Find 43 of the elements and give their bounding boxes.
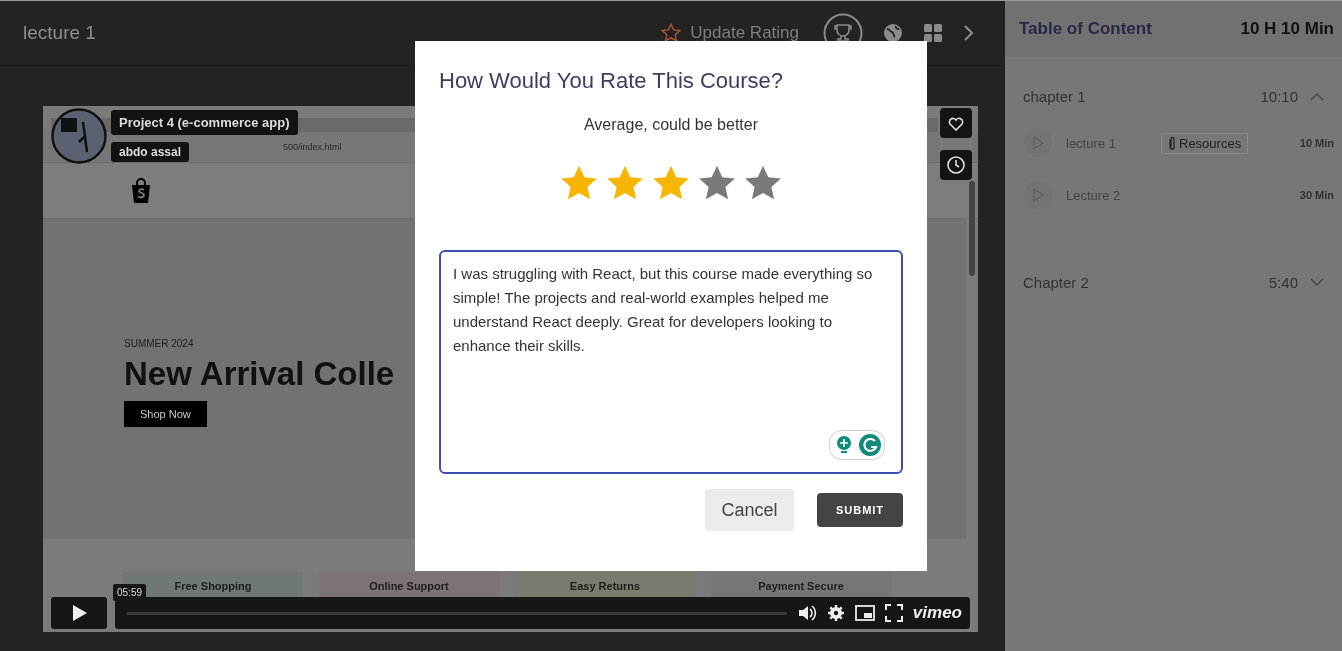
resources-button[interactable]: Resources: [1161, 132, 1249, 154]
hero-kicker: SUMMER 2024: [124, 338, 194, 349]
update-rating-button[interactable]: Update Rating: [660, 22, 799, 44]
lecture-duration: 10 Min: [1299, 137, 1334, 149]
submit-button[interactable]: SUBMIT: [817, 493, 903, 527]
lecture-duration: 30 Min: [1299, 189, 1334, 201]
picture-in-picture-icon[interactable]: [854, 605, 875, 621]
chapter-duration: 10:10: [1260, 87, 1298, 105]
globe-icon[interactable]: [883, 23, 903, 43]
bag-icon: [129, 177, 153, 204]
sidebar-title: Table of Content: [1019, 19, 1152, 39]
chapter-title[interactable]: chapter 1: [1023, 87, 1261, 105]
avatar: [51, 108, 107, 164]
grid-icon[interactable]: [923, 23, 943, 43]
play-icon[interactable]: [51, 597, 107, 629]
time-tooltip: 05:59: [113, 584, 147, 601]
fullscreen-icon[interactable]: [884, 604, 903, 622]
cancel-button[interactable]: Cancel: [705, 489, 794, 531]
lecture-title: lecture 1: [23, 22, 96, 44]
volume-icon[interactable]: [796, 604, 817, 622]
star-icon[interactable]: [651, 164, 691, 202]
author-tag: abdo assal: [111, 142, 190, 162]
dialog-title: How Would You Rate This Course?: [439, 68, 785, 94]
chevron-right-icon[interactable]: [963, 24, 975, 42]
review-field[interactable]: I was struggling with React, but this course made everything so simple! The projects and real-world examples helped me understand React deeply. Great for developers looking to enhance their skills.: [439, 250, 903, 474]
star-icon[interactable]: [559, 164, 599, 202]
star-icon[interactable]: [605, 164, 645, 202]
player-logo[interactable]: vimeo: [912, 603, 962, 623]
progress-track[interactable]: [127, 611, 787, 615]
star-icon: [660, 22, 683, 44]
star-icon[interactable]: [743, 164, 783, 202]
address-text: 500/index.html: [283, 142, 342, 152]
paperclip-icon: [1168, 136, 1176, 150]
course-tag: Project 4 (e-commerce app): [111, 110, 298, 135]
star-icon[interactable]: [697, 164, 737, 202]
total-duration: 10 H 10 Min: [1240, 19, 1334, 39]
rating-label: Average, could be better: [582, 116, 759, 134]
clock-icon[interactable]: [940, 150, 972, 180]
settings-icon[interactable]: [826, 604, 845, 622]
hero-headline: New Arrival Colle: [124, 355, 395, 393]
chapter-title[interactable]: Chapter 2: [1023, 273, 1269, 291]
grammar-assistant-icon[interactable]: [829, 430, 885, 460]
chapter-duration: 5:40: [1268, 273, 1298, 291]
